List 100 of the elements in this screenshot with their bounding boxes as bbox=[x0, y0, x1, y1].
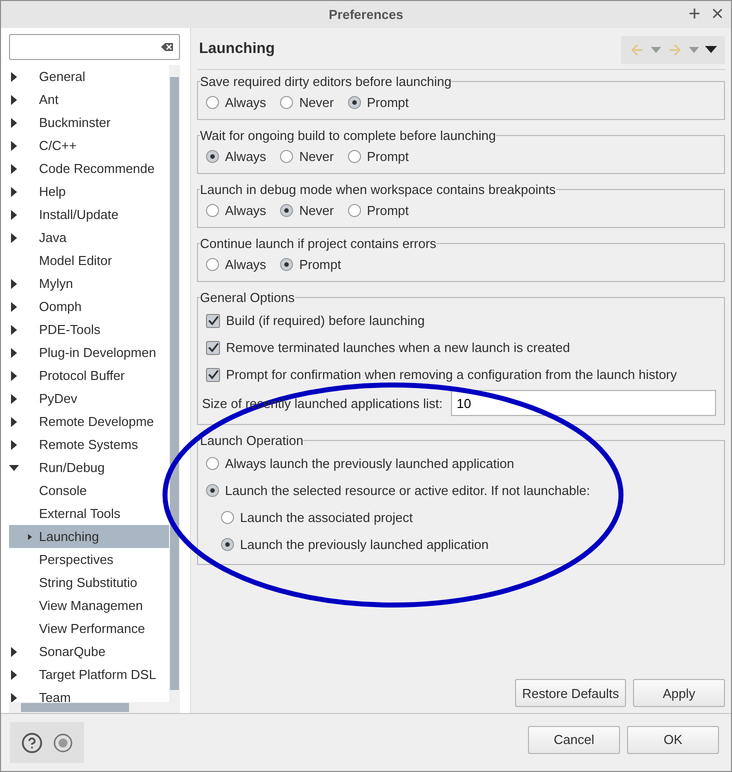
page-title: Launching bbox=[199, 40, 275, 57]
triangle-icon[interactable] bbox=[9, 440, 19, 450]
tree-item[interactable]: Oomph bbox=[9, 295, 169, 318]
radio-option[interactable]: Never bbox=[280, 202, 334, 218]
tree-item[interactable]: Run/Debug bbox=[9, 456, 169, 479]
tree-item[interactable]: PyDev bbox=[9, 387, 169, 410]
tree-item-label: General bbox=[39, 69, 86, 84]
input-field[interactable]: 10 bbox=[450, 390, 716, 416]
tree-item[interactable]: Ant bbox=[9, 88, 169, 111]
triangle-icon[interactable] bbox=[9, 462, 19, 472]
radio-option[interactable]: Launch the associated project bbox=[221, 510, 413, 525]
radio-option[interactable]: Launch the selected resource or active editor. If not launchable: bbox=[206, 483, 590, 498]
tree-item[interactable]: String Substitutio bbox=[9, 571, 169, 594]
tree-item-label: View Performance bbox=[39, 621, 145, 636]
tree-item[interactable]: View Performance bbox=[9, 617, 169, 640]
tree-item-label: Oomph bbox=[39, 299, 82, 314]
triangle-icon[interactable] bbox=[9, 646, 19, 656]
checkbox-option[interactable]: Prompt for confirmation when removing a configuration from the launch history bbox=[206, 367, 677, 382]
tree-item[interactable]: Install/Update bbox=[9, 203, 169, 226]
help-icon[interactable] bbox=[21, 732, 43, 754]
tree-item[interactable]: Help bbox=[9, 180, 169, 203]
dialog-button[interactable]: OK bbox=[627, 726, 719, 754]
tree-item-label: Buckminster bbox=[39, 115, 111, 130]
radio-option[interactable]: Never bbox=[280, 94, 334, 110]
triangle-icon[interactable] bbox=[9, 324, 19, 334]
triangle-icon[interactable] bbox=[9, 140, 19, 150]
radio-option[interactable]: Always bbox=[206, 256, 266, 272]
tree-item-label: String Substitutio bbox=[39, 575, 138, 590]
tree-item[interactable]: Remote Systems bbox=[9, 433, 169, 456]
radio-option[interactable]: Prompt bbox=[348, 202, 409, 218]
tree-item-label: Team bbox=[39, 690, 71, 702]
tree-item[interactable]: C/C++ bbox=[9, 134, 169, 157]
tree-item[interactable]: Mylyn bbox=[9, 272, 169, 295]
filter-field[interactable] bbox=[9, 34, 180, 60]
radio-option[interactable]: Prompt bbox=[348, 94, 409, 110]
triangle-icon[interactable] bbox=[9, 232, 19, 242]
vertical-scrollbar[interactable] bbox=[169, 65, 180, 702]
triangle-icon[interactable] bbox=[9, 416, 19, 426]
triangle-icon[interactable] bbox=[9, 692, 19, 702]
tree-item-label: Model Editor bbox=[39, 253, 112, 268]
radio-option[interactable]: Always launch the previously launched application bbox=[206, 456, 514, 471]
tree-item-label: Java bbox=[39, 230, 66, 245]
horizontal-scrollbar[interactable] bbox=[9, 702, 180, 713]
tree-item-label: Help bbox=[39, 184, 66, 199]
tree-item[interactable]: Buckminster bbox=[9, 111, 169, 134]
radio-option[interactable]: Never bbox=[280, 148, 334, 164]
caret-icon bbox=[689, 46, 699, 52]
tree-item[interactable]: Java bbox=[9, 226, 169, 249]
tree-item-label: Code Recommende bbox=[39, 161, 155, 176]
page-button[interactable]: Apply bbox=[633, 679, 725, 707]
tree-item[interactable]: Target Platform DSL bbox=[9, 663, 169, 686]
triangle-icon[interactable] bbox=[9, 348, 19, 358]
radio-option[interactable]: Launch the previously launched application bbox=[221, 537, 489, 552]
triangle-icon[interactable] bbox=[9, 186, 19, 196]
tree-item[interactable]: External Tools bbox=[9, 502, 169, 525]
tree-item-label: Mylyn bbox=[39, 276, 73, 291]
checkbox-option[interactable]: Remove terminated launches when a new launch is created bbox=[206, 340, 570, 355]
checkbox-option[interactable]: Build (if required) before launching bbox=[206, 313, 425, 328]
radio-option[interactable]: Always bbox=[206, 94, 266, 110]
triangle-icon[interactable] bbox=[9, 302, 19, 312]
tree-item[interactable]: Code Recommende bbox=[9, 157, 169, 180]
tree-item-label: C/C++ bbox=[39, 138, 77, 153]
radio-option[interactable]: Prompt bbox=[348, 148, 409, 164]
tree-item[interactable]: PDE-Tools bbox=[9, 318, 169, 341]
triangle-icon[interactable] bbox=[9, 670, 19, 680]
group-title: General Options bbox=[200, 290, 295, 305]
tree-item-label: Console bbox=[39, 483, 87, 498]
triangle-icon[interactable] bbox=[9, 164, 19, 174]
tree-item[interactable]: General bbox=[9, 65, 169, 88]
tree-item[interactable]: Perspectives bbox=[9, 548, 169, 571]
tree-item[interactable]: Team bbox=[9, 686, 169, 702]
triangle-icon[interactable] bbox=[9, 94, 19, 104]
tree-item[interactable]: Protocol Buffer bbox=[9, 364, 169, 387]
radio-option[interactable]: Prompt bbox=[280, 256, 342, 272]
tree-item[interactable]: Remote Developme bbox=[9, 410, 169, 433]
page-button[interactable]: Restore Defaults bbox=[515, 679, 626, 707]
group-title: Launch Operation bbox=[200, 433, 304, 448]
maximize-icon[interactable] bbox=[687, 6, 702, 21]
tree-item[interactable]: Console bbox=[9, 479, 169, 502]
radio-option[interactable]: Always bbox=[206, 202, 266, 218]
tree-item[interactable]: SonarQube bbox=[9, 640, 169, 663]
triangle-icon[interactable] bbox=[9, 370, 19, 380]
close-icon[interactable] bbox=[710, 6, 725, 21]
check-icon bbox=[208, 369, 218, 380]
tree-item-label: Remote Developme bbox=[39, 414, 154, 429]
menu-caret-icon[interactable] bbox=[705, 46, 717, 53]
tree-item-label: Plug-in Developmen bbox=[39, 345, 156, 360]
tree-item[interactable]: Plug-in Developmen bbox=[9, 341, 169, 364]
triangle-icon[interactable] bbox=[9, 118, 19, 128]
triangle-icon[interactable] bbox=[9, 278, 19, 288]
tree-item[interactable]: Launching bbox=[9, 525, 169, 548]
dialog-button[interactable]: Cancel bbox=[528, 726, 620, 754]
radio-option[interactable]: Always bbox=[206, 148, 266, 164]
triangle-icon[interactable] bbox=[9, 394, 19, 404]
triangle-icon[interactable] bbox=[9, 210, 19, 220]
group-title: Continue launch if project contains errors bbox=[200, 236, 436, 251]
triangle-icon[interactable] bbox=[9, 72, 19, 82]
tree-item[interactable]: View Managemen bbox=[9, 594, 169, 617]
record-icon[interactable] bbox=[53, 732, 73, 752]
tree-item[interactable]: Model Editor bbox=[9, 249, 169, 272]
